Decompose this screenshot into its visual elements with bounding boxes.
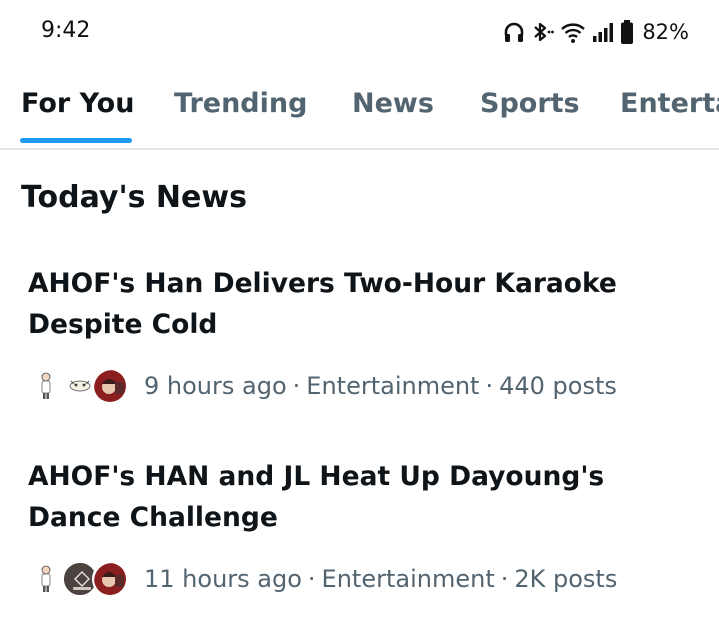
meta-separator: · [307, 565, 316, 593]
tab-entertainment[interactable]: Entertainment [620, 88, 719, 119]
status-icons: 82% [502, 18, 689, 46]
news-category: Entertainment [321, 565, 495, 593]
news-headline[interactable]: AHOF's HAN and JL Heat Up Dayoung's Danc… [28, 456, 688, 538]
meta-separator: · [292, 372, 301, 400]
headphones-icon [502, 20, 526, 44]
avatar-stack [34, 560, 132, 598]
news-meta-text: 11 hours ago · Entertainment · 2K posts [144, 565, 617, 593]
tab-for-you[interactable]: For You [21, 88, 134, 119]
tab-sports[interactable]: Sports [480, 88, 580, 119]
bluetooth-icon [532, 20, 555, 44]
section-title: Today's News [21, 180, 247, 215]
avatar-stack [34, 367, 132, 405]
avatar [92, 561, 128, 597]
meta-separator: · [485, 372, 494, 400]
news-post-count: 440 posts [499, 372, 617, 400]
tab-trending[interactable]: Trending [174, 88, 307, 119]
status-bar: 9:42 82% [0, 0, 719, 64]
news-headline[interactable]: AHOF's Han Delivers Two-Hour Karaoke Des… [28, 263, 688, 345]
tab-bar: For You Trending News Sports Entertainme… [0, 76, 719, 146]
news-meta: 9 hours ago · Entertainment · 440 posts [34, 367, 617, 405]
wifi-icon [560, 20, 586, 44]
meta-separator: · [500, 565, 509, 593]
news-time: 11 hours ago [144, 565, 302, 593]
avatar [92, 368, 128, 404]
active-tab-indicator [20, 138, 132, 143]
status-time: 9:42 [41, 18, 91, 43]
news-time: 9 hours ago [144, 372, 287, 400]
news-item[interactable]: AHOF's HAN and JL Heat Up Dayoung's Danc… [0, 456, 719, 606]
news-meta: 11 hours ago · Entertainment · 2K posts [34, 560, 617, 598]
news-item[interactable]: AHOF's Han Delivers Two-Hour Karaoke Des… [0, 263, 719, 413]
tab-news[interactable]: News [352, 88, 434, 119]
battery-percentage: 82% [642, 20, 689, 44]
tabs-divider [0, 148, 719, 150]
news-category: Entertainment [306, 372, 480, 400]
news-post-count: 2K posts [514, 565, 618, 593]
battery-icon [620, 19, 634, 45]
news-meta-text: 9 hours ago · Entertainment · 440 posts [144, 372, 617, 400]
signal-icon [592, 20, 614, 44]
